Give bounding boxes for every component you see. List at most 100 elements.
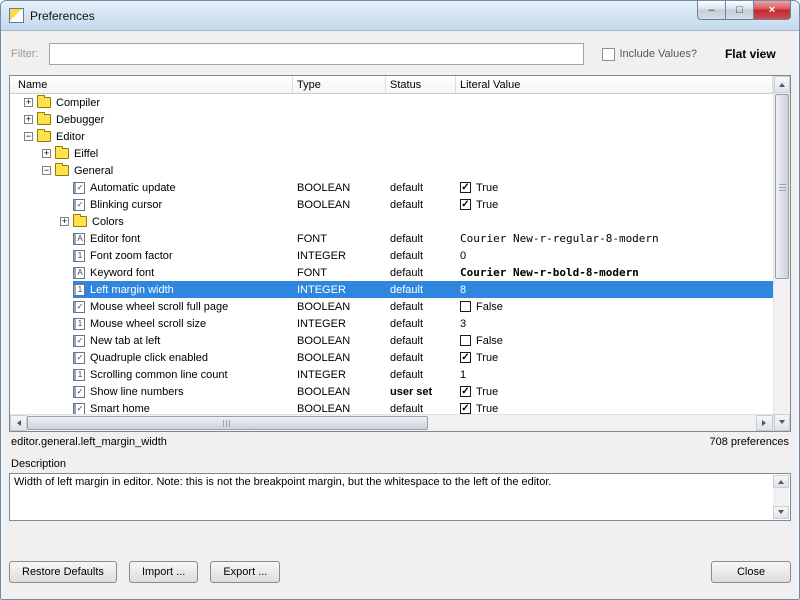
preference-type — [293, 213, 386, 230]
preference-status — [386, 128, 456, 145]
close-button[interactable]: × — [753, 1, 791, 20]
value-checkbox[interactable] — [460, 335, 471, 346]
minimize-button[interactable]: – — [697, 1, 726, 20]
description-scrollbar[interactable] — [773, 475, 789, 519]
column-header-literal-value[interactable]: Literal Value — [456, 76, 773, 93]
value-checkbox[interactable] — [460, 301, 471, 312]
table-row[interactable]: −Editor — [10, 128, 773, 145]
tree-indent-spacer — [60, 196, 73, 213]
tree-indent — [10, 196, 60, 213]
horizontal-scroll-track[interactable] — [27, 415, 756, 431]
preference-type — [293, 111, 386, 128]
preference-status: default — [386, 349, 456, 366]
description-scroll-down-button[interactable] — [773, 506, 789, 519]
preference-value — [456, 94, 773, 111]
table-row[interactable]: AEditor fontFONTdefaultCourier New-r-reg… — [10, 230, 773, 247]
flat-view-button[interactable]: Flat view — [725, 47, 776, 61]
preference-name: Mouse wheel scroll size — [90, 318, 206, 330]
description-scroll-up-icon — [778, 477, 784, 484]
value-checkbox[interactable]: ✓ — [460, 386, 471, 397]
expand-plus-icon[interactable]: + — [24, 115, 33, 124]
table-row[interactable]: 1Font zoom factorINTEGERdefault0 — [10, 247, 773, 264]
table-row[interactable]: ✓Smart homeBOOLEANdefault✓True — [10, 400, 773, 414]
collapse-minus-icon[interactable]: − — [24, 132, 33, 141]
preference-value: 3 — [456, 315, 773, 332]
horizontal-scrollbar[interactable] — [10, 414, 773, 431]
value-text: True — [476, 182, 498, 194]
import-button[interactable]: Import ... — [129, 561, 198, 583]
table-row[interactable]: ✓Blinking cursorBOOLEANdefault✓True — [10, 196, 773, 213]
restore-defaults-button[interactable]: Restore Defaults — [9, 561, 117, 583]
vertical-scroll-thumb[interactable] — [775, 94, 789, 279]
scroll-up-button[interactable] — [774, 76, 790, 93]
close-icon: × — [769, 4, 775, 16]
table-row[interactable]: ✓Mouse wheel scroll full pageBOOLEANdefa… — [10, 298, 773, 315]
horizontal-scroll-thumb[interactable] — [27, 416, 428, 430]
column-header-type[interactable]: Type — [293, 76, 386, 93]
table-row[interactable]: 1Left margin widthINTEGERdefault8 — [10, 281, 773, 298]
preference-name: Editor font — [90, 233, 140, 245]
preference-type — [293, 145, 386, 162]
bool-icon: ✓ — [73, 403, 85, 415]
preference-type: BOOLEAN — [293, 332, 386, 349]
vertical-scrollbar[interactable] — [773, 76, 790, 431]
tree-indent-spacer — [60, 179, 73, 196]
row-name-cell: ✓Blinking cursor — [10, 196, 293, 213]
table-row[interactable]: 1Scrolling common line countINTEGERdefau… — [10, 366, 773, 383]
tree-indent — [10, 349, 60, 366]
value-text: Courier New-r-regular-8-modern — [460, 232, 659, 245]
value-text: False — [476, 335, 503, 347]
table-row[interactable]: 1Mouse wheel scroll sizeINTEGERdefault3 — [10, 315, 773, 332]
tree-indent — [10, 315, 60, 332]
button-row: Restore Defaults Import ... Export ... C… — [9, 561, 791, 583]
preference-status — [386, 94, 456, 111]
description-scroll-up-button[interactable] — [773, 475, 789, 488]
tree-indent-spacer — [60, 366, 73, 383]
table-row[interactable]: ✓Show line numbersBOOLEANuser set✓True — [10, 383, 773, 400]
scroll-left-button[interactable] — [10, 415, 27, 431]
table-row[interactable]: −General — [10, 162, 773, 179]
table-row[interactable]: +Colors — [10, 213, 773, 230]
preference-type: BOOLEAN — [293, 298, 386, 315]
table-row[interactable]: AKeyword fontFONTdefaultCourier New-r-bo… — [10, 264, 773, 281]
table-row[interactable]: +Eiffel — [10, 145, 773, 162]
tree-indent — [10, 298, 60, 315]
preference-status — [386, 162, 456, 179]
description-box[interactable]: Width of left margin in editor. Note: th… — [9, 473, 791, 521]
scroll-right-button[interactable] — [756, 415, 773, 431]
preference-status: default — [386, 332, 456, 349]
preference-type — [293, 94, 386, 111]
include-values-checkbox[interactable] — [602, 48, 615, 61]
expand-plus-icon[interactable]: + — [24, 98, 33, 107]
preference-value — [456, 213, 773, 230]
expand-plus-icon[interactable]: + — [60, 217, 69, 226]
bool-icon: ✓ — [73, 386, 85, 398]
table-row[interactable]: +Debugger — [10, 111, 773, 128]
preference-status: default — [386, 298, 456, 315]
export-button[interactable]: Export ... — [210, 561, 280, 583]
filter-label: Filter: — [11, 48, 39, 60]
close-dialog-button[interactable]: Close — [711, 561, 791, 583]
filter-input[interactable] — [49, 43, 584, 65]
column-header-status[interactable]: Status — [386, 76, 456, 93]
table-row[interactable]: ✓Automatic updateBOOLEANdefault✓True — [10, 179, 773, 196]
table-row[interactable]: +Compiler — [10, 94, 773, 111]
value-checkbox[interactable]: ✓ — [460, 199, 471, 210]
preference-value: ✓True — [456, 349, 773, 366]
tree-indent — [10, 332, 60, 349]
value-checkbox[interactable]: ✓ — [460, 403, 471, 414]
tree-indent — [10, 400, 60, 414]
expand-plus-icon[interactable]: + — [42, 149, 51, 158]
tree-indent — [10, 179, 60, 196]
value-checkbox[interactable]: ✓ — [460, 182, 471, 193]
column-header-name[interactable]: Name — [10, 76, 293, 93]
maximize-button[interactable]: □ — [725, 1, 754, 20]
collapse-minus-icon[interactable]: − — [42, 166, 51, 175]
scroll-down-button[interactable] — [774, 414, 790, 431]
value-checkbox[interactable]: ✓ — [460, 352, 471, 363]
preference-status — [386, 111, 456, 128]
table-row[interactable]: ✓New tab at leftBOOLEANdefaultFalse — [10, 332, 773, 349]
font-icon: A — [73, 267, 85, 279]
table-row[interactable]: ✓Quadruple click enabledBOOLEANdefault✓T… — [10, 349, 773, 366]
preference-value: False — [456, 332, 773, 349]
